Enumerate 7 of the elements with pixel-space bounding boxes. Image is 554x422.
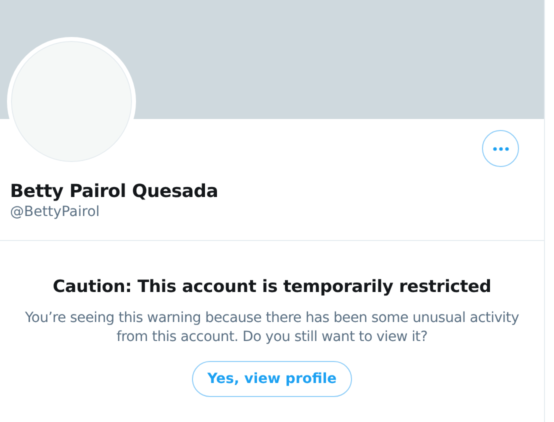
profile-name: Betty Pairol Quesada: [10, 181, 220, 202]
more-button[interactable]: [482, 130, 519, 167]
warning-title: Caution: This account is temporarily restricted: [52, 277, 492, 297]
profile-handle: @BettyPairol: [10, 204, 101, 220]
more-icon: [492, 146, 508, 150]
warning-message: You’re seeing this warning because there has been some unusual activity from this account. Do you still want to view it?: [24, 309, 520, 347]
view-profile-button[interactable]: Yes, view profile: [192, 361, 352, 397]
